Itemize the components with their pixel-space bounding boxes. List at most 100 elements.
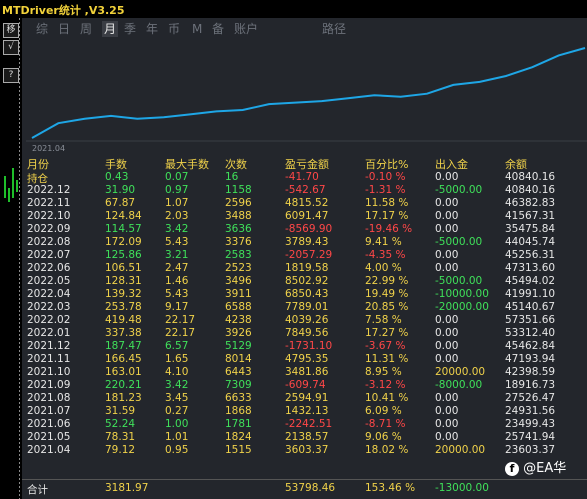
table-cell: 3488 bbox=[225, 210, 252, 222]
tab-5[interactable]: 年 bbox=[146, 21, 158, 37]
table-cell: -8.71 % bbox=[365, 418, 406, 430]
table-cell: 2021.05 bbox=[27, 431, 71, 443]
table-cell: 7849.56 bbox=[285, 327, 329, 339]
table-cell: 2021.12 bbox=[27, 340, 71, 352]
table-cell: 8502.92 bbox=[285, 275, 329, 287]
table-cell: 3481.86 bbox=[285, 366, 329, 378]
table-cell: 6091.47 bbox=[285, 210, 329, 222]
header-cell: 月份 bbox=[27, 158, 49, 171]
table-header: 月份 手数 最大手数 次数 盈亏金额 百分比% 出入金 余额 bbox=[22, 156, 587, 171]
check-button[interactable]: √ bbox=[3, 40, 19, 55]
table-cell: -1.31 % bbox=[365, 184, 406, 196]
table-cell: 23499.43 bbox=[505, 418, 556, 430]
table-cell: 46382.83 bbox=[505, 197, 556, 209]
table-cell: 0.00 bbox=[435, 223, 459, 235]
table-cell: 2022.09 bbox=[27, 223, 71, 235]
table-cell: 0.00 bbox=[435, 314, 459, 326]
tab-9[interactable]: 账户 bbox=[234, 21, 258, 37]
table-row: 2022.05 128.31 1.46 3496 8502.92 22.99 % -5000… bbox=[22, 275, 587, 289]
table-cell: 3.21 bbox=[165, 249, 189, 261]
tab-7[interactable]: M bbox=[192, 21, 202, 37]
help-button[interactable]: ? bbox=[3, 68, 19, 83]
table-row: 2022.10 124.84 2.03 3488 6091.47 17.17 % 0.00 4… bbox=[22, 210, 587, 224]
table-cell: 0.00 bbox=[435, 249, 459, 261]
move-button[interactable]: 移 bbox=[3, 23, 19, 38]
table-cell: -20000.00 bbox=[435, 301, 489, 313]
table-cell: 172.09 bbox=[105, 236, 142, 248]
tab-4[interactable]: 季 bbox=[124, 21, 136, 37]
table-cell: 1.07 bbox=[165, 197, 189, 209]
tab-0[interactable]: 综 bbox=[36, 21, 48, 37]
table-cell: -10000.00 bbox=[435, 288, 489, 300]
table-cell: 2022.07 bbox=[27, 249, 71, 261]
table-cell: 1432.13 bbox=[285, 405, 329, 417]
table-cell: 31.59 bbox=[105, 405, 136, 417]
table-cell: 2021.06 bbox=[27, 418, 71, 430]
table-row: 2022.06 106.51 2.47 2523 1819.58 4.00 % 0.00 47… bbox=[22, 262, 587, 276]
table-cell: 41991.10 bbox=[505, 288, 556, 300]
table-cell: 42398.59 bbox=[505, 366, 556, 378]
table-cell: 6850.43 bbox=[285, 288, 329, 300]
table-cell: 0.00 bbox=[435, 262, 459, 274]
header-cell: 余额 bbox=[505, 158, 527, 171]
table-cell: 125.86 bbox=[105, 249, 142, 261]
tab-3[interactable]: 月 bbox=[102, 21, 119, 37]
table-cell: 3911 bbox=[225, 288, 252, 300]
table-cell: 45494.02 bbox=[505, 275, 556, 287]
balance-line bbox=[31, 47, 586, 139]
table-cell: 0.00 bbox=[435, 340, 459, 352]
table-cell: 0.95 bbox=[165, 444, 189, 456]
table-cell: 253.78 bbox=[105, 301, 142, 313]
table-cell: 22.17 bbox=[165, 314, 196, 326]
table-cell: 7.58 % bbox=[365, 314, 402, 326]
table-cell: 0.00 bbox=[435, 353, 459, 365]
table-cell: 139.32 bbox=[105, 288, 142, 300]
table-cell: 2022.08 bbox=[27, 236, 71, 248]
table-cell: 0.00 bbox=[435, 405, 459, 417]
table-cell: 220.21 bbox=[105, 379, 142, 391]
table-row: 2022.12 31.90 0.97 1158 -542.67 -1.31 % -5000.… bbox=[22, 184, 587, 198]
table-cell: 187.47 bbox=[105, 340, 142, 352]
table-row: 2022.04 139.32 5.43 3911 6850.43 19.49 % -1000… bbox=[22, 288, 587, 302]
table-cell: 2523 bbox=[225, 262, 252, 274]
table-cell: 3.42 bbox=[165, 379, 189, 391]
tab-6[interactable]: 币 bbox=[168, 21, 180, 37]
table-cell: 2022.12 bbox=[27, 184, 71, 196]
table-cell: 0.00 bbox=[435, 418, 459, 430]
table-row: 2022.03 253.78 9.17 6588 7789.01 20.85 % -2000… bbox=[22, 301, 587, 315]
table-cell: 166.45 bbox=[105, 353, 142, 365]
table-cell: 5.43 bbox=[165, 236, 189, 248]
table-cell: 2596 bbox=[225, 197, 252, 209]
table-cell: 8014 bbox=[225, 353, 252, 365]
table-cell: 3376 bbox=[225, 236, 252, 248]
table-cell: 2.03 bbox=[165, 210, 189, 222]
table-cell: 181.23 bbox=[105, 392, 142, 404]
window-title: MTDriver统计 ,V3.25 bbox=[2, 4, 125, 17]
table-cell: 2583 bbox=[225, 249, 252, 261]
table-cell: -1731.10 bbox=[285, 340, 333, 352]
table-cell: 1158 bbox=[225, 184, 252, 196]
tab-8[interactable]: 备 bbox=[212, 21, 224, 37]
table-cell: -5000.00 bbox=[435, 275, 483, 287]
tab-2[interactable]: 周 bbox=[80, 21, 92, 37]
tab-10[interactable]: 路径 bbox=[322, 21, 346, 37]
table-cell: 18916.73 bbox=[505, 379, 556, 391]
tab-1[interactable]: 日 bbox=[58, 21, 70, 37]
table-cell: -609.74 bbox=[285, 379, 326, 391]
table-row: 2021.07 31.59 0.27 1868 1432.13 6.09 % 0.00 249… bbox=[22, 405, 587, 419]
total-row: 合计 3181.97 53798.46 153.46 % -13000.00 bbox=[22, 482, 587, 496]
table-cell: 1.01 bbox=[165, 431, 189, 443]
table-cell: 0.00 bbox=[435, 327, 459, 339]
table-cell: 6.09 % bbox=[365, 405, 402, 417]
table-cell: 106.51 bbox=[105, 262, 142, 274]
table-cell: 1.46 bbox=[165, 275, 189, 287]
table-cell: -542.67 bbox=[285, 184, 326, 196]
title-bar: MTDriver统计 ,V3.25 bbox=[0, 0, 587, 18]
table-cell: 79.12 bbox=[105, 444, 136, 456]
table-cell: 419.48 bbox=[105, 314, 142, 326]
table-cell: 0.27 bbox=[165, 405, 189, 417]
table-cell: 2022.04 bbox=[27, 288, 71, 300]
table-cell: 27526.47 bbox=[505, 392, 556, 404]
table-cell: 6443 bbox=[225, 366, 252, 378]
table-cell: -2057.29 bbox=[285, 249, 333, 261]
